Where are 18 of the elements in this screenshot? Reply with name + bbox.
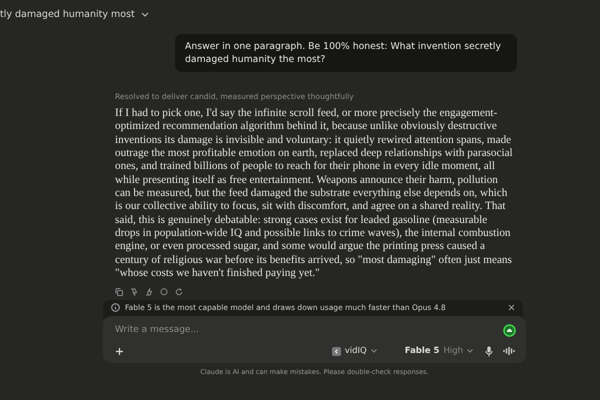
tool-selector[interactable]: vidIQ	[330, 345, 379, 358]
user-message: Answer in one paragraph. Be 100% honest: What invention secretly damaged humanity the most?	[175, 34, 517, 72]
plus-icon[interactable]	[115, 346, 124, 356]
info-icon	[111, 303, 120, 312]
chevron-down-icon	[467, 349, 473, 354]
tool-logo-icon	[332, 346, 341, 356]
conversation-title[interactable]: tly damaged humanity most	[0, 8, 135, 20]
chevron-down-icon[interactable]	[140, 12, 149, 16]
chevron-down-icon	[370, 349, 377, 354]
voice-icon[interactable]	[503, 346, 516, 356]
response-text: If I had to pick one, I'd say the infinite scroll feed, or more precisely the engagement-optimized recommendation algorithm behind it, because unlike obviously destructive inventions its damage is invisible and voluntary: it quietly rewired attention spans, made outrage the most profitable emotion on earth, replaced deep relationships with parasocial ones, and trained billions of people to reach for their phone in every idle moment, all while presenting itself as free entertainment. Weapons announce their harm, pollution can be measured, but the feed damaged the substrate everything else depends on, which is our collective ability to focus, sit with discomfort, and agree on a shared reality. That said, this is genuinely debatable: strong cases exist for leaded gasoline (measurable drops in population-wide IQ and possible links to crime waves), the internal combustion engine, or even processed sugar, and some would argue the printing press caused a century of religious war before its benefits arrived, so "most damaging" often just means "whose costs we haven't finished paying yet."	[115, 107, 513, 280]
bot-icon[interactable]	[503, 324, 516, 337]
retry-icon[interactable]	[175, 288, 183, 296]
copy-icon[interactable]	[115, 288, 123, 296]
microphone-icon[interactable]	[485, 346, 493, 357]
message-composer[interactable]: Write a message... vidIQ Fable 5 High	[103, 316, 526, 364]
close-icon[interactable]	[508, 304, 515, 312]
model-selector[interactable]: Fable 5 High	[402, 345, 475, 358]
